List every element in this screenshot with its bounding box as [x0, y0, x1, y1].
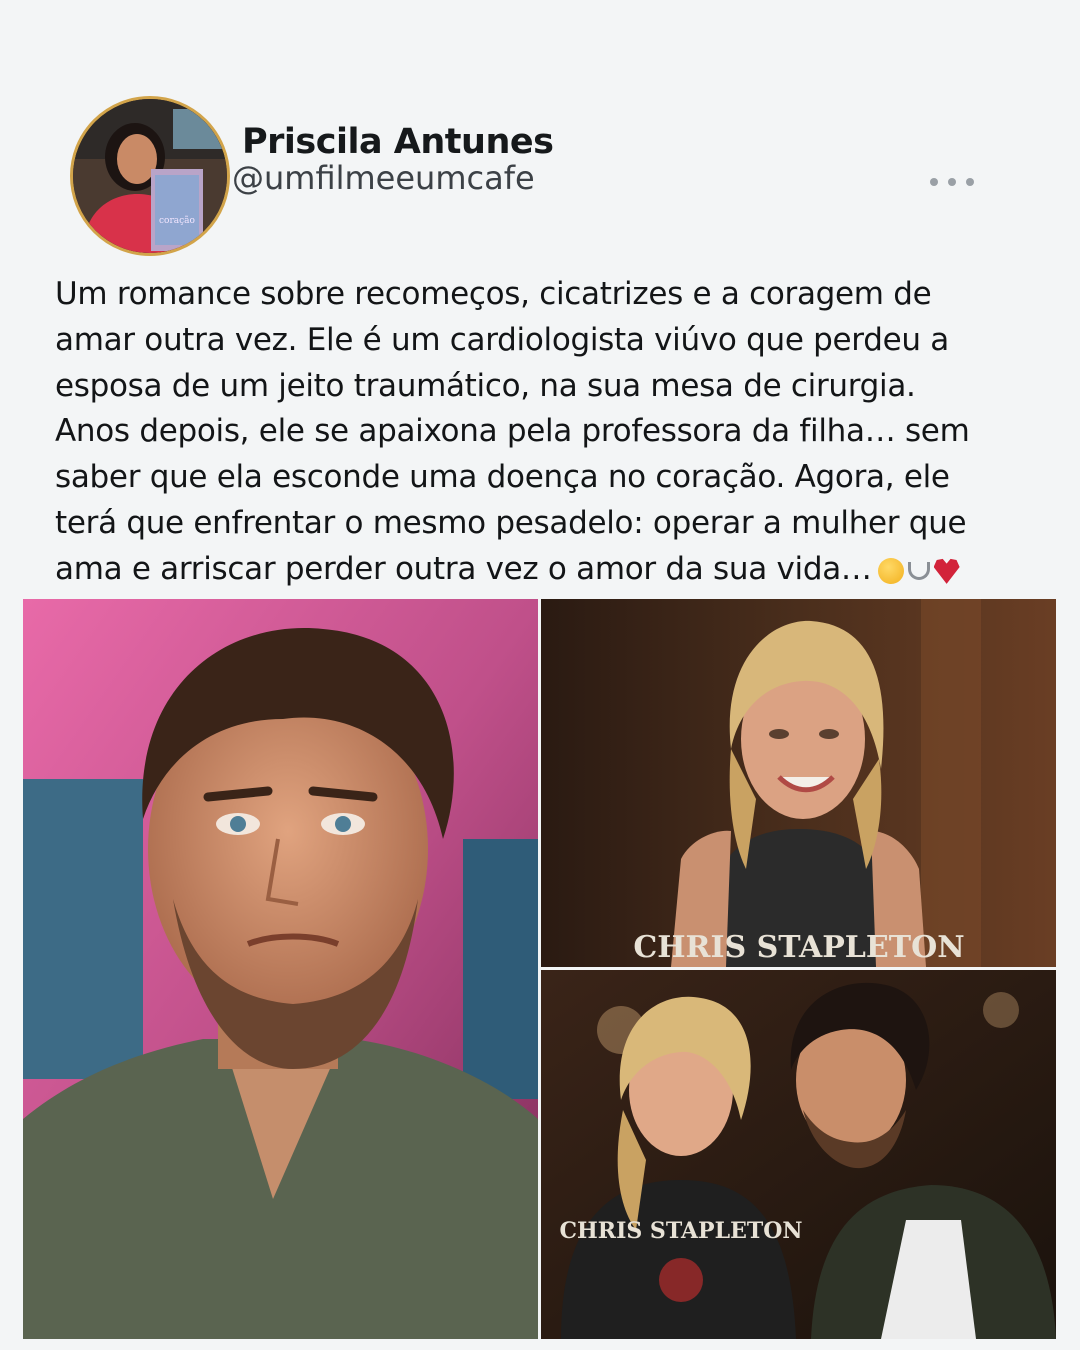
- photo-man-portrait[interactable]: [23, 599, 538, 1339]
- photo-couple[interactable]: CHRIS STAPLETON: [541, 970, 1056, 1339]
- svg-text:coração: coração: [159, 215, 195, 226]
- dot-icon: [966, 178, 974, 186]
- broken-heart-icon: [933, 558, 960, 584]
- pleading-face-icon: [877, 557, 904, 584]
- stethoscope-icon: [907, 561, 930, 580]
- shirt-text-top: CHRIS STAPLETON: [633, 930, 964, 965]
- post-text: Um romance sobre recomeços, cicatrizes e…: [55, 272, 1045, 593]
- emoji-group: [877, 547, 964, 593]
- photo-woman-smiling[interactable]: CHRIS STAPLETON: [541, 599, 1056, 967]
- author-avatar[interactable]: coração: [70, 96, 230, 256]
- author-name[interactable]: Priscila Antunes: [242, 122, 554, 162]
- more-options-icon[interactable]: [930, 170, 974, 194]
- dot-icon: [930, 178, 938, 186]
- shirt-text-bottom: CHRIS STAPLETON: [560, 1218, 803, 1244]
- dot-icon: [948, 178, 956, 186]
- post-body: Um romance sobre recomeços, cicatrizes e…: [55, 276, 970, 587]
- author-handle[interactable]: @umfilmeeumcafe: [232, 159, 535, 197]
